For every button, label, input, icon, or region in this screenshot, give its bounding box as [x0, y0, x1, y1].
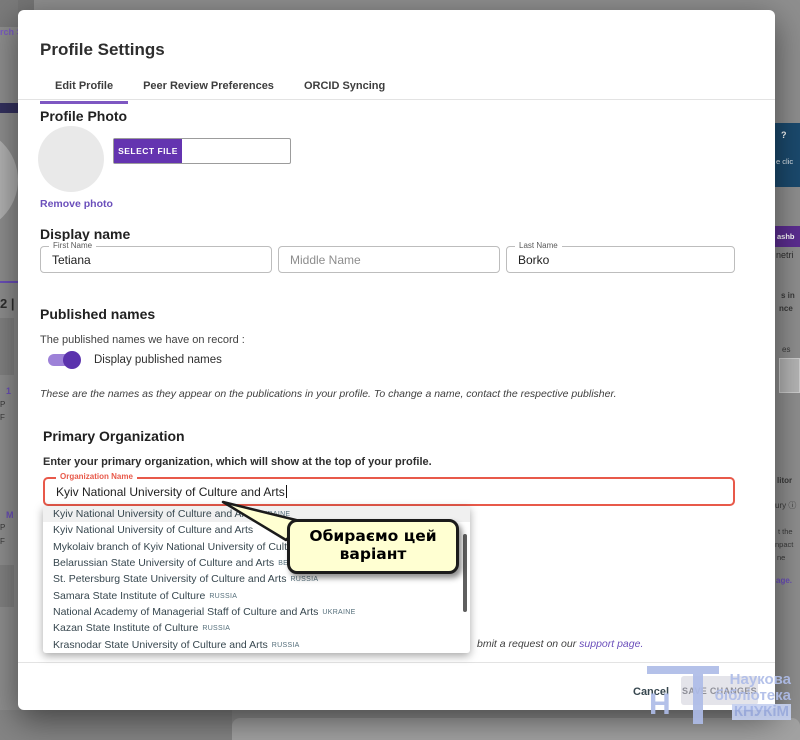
middle-name-field-group [278, 246, 500, 273]
dropdown-scrollbar[interactable] [463, 534, 467, 612]
first-name-input[interactable] [40, 246, 272, 273]
background-link-fragment: age. [776, 576, 792, 585]
background-text-fragment: M [6, 510, 14, 520]
option-name: National Academy of Managerial Staff of … [53, 606, 318, 618]
background-block [0, 318, 14, 375]
display-name-fields: First Name Last Name [40, 246, 735, 273]
remove-photo-link[interactable]: Remove photo [40, 198, 113, 210]
background-text-fragment: nce [779, 304, 793, 313]
background-block [0, 0, 18, 27]
watermark-line: КНУКіМ [732, 704, 791, 720]
last-name-input[interactable] [506, 246, 735, 273]
first-name-field-group: First Name [40, 246, 272, 273]
avatar [38, 126, 104, 192]
support-page-link[interactable]: support page. [579, 638, 643, 650]
option-name: Kazan State Institute of Culture [53, 622, 198, 634]
published-names-record-text: The published names we have on record : [40, 334, 245, 346]
toggle-label: Display published names [94, 354, 222, 366]
footer-divider [18, 662, 775, 663]
profile-settings-modal: Profile Settings Edit Profile Peer Revie… [18, 10, 775, 710]
primary-organization-description: Enter your primary organization, which w… [43, 456, 432, 468]
display-published-names-toggle[interactable] [48, 354, 78, 366]
background-block [0, 710, 232, 740]
background-text-fragment: P [0, 523, 5, 532]
toggle-knob[interactable] [63, 351, 81, 369]
watermark-text: Наукова бібліотека КНУКіМ [715, 672, 791, 720]
watermark-logo-bar [647, 666, 719, 674]
tab-bar-divider [18, 99, 775, 100]
background-text-fragment: litor [777, 476, 792, 485]
background-band [0, 103, 18, 113]
file-upload-control[interactable]: SELECT FILE [113, 138, 291, 164]
watermark-line: Наукова [715, 672, 791, 688]
background-text-fragment: F [0, 537, 5, 546]
background-text-fragment: ashb [777, 232, 795, 241]
option-name: Samara State Institute of Culture [53, 590, 205, 602]
screen: rch > 2 | 1 P F M P F ? e clic ashb netr… [0, 0, 800, 740]
option-country-label: UKRAINE [322, 609, 355, 616]
display-name-heading: Display name [40, 226, 130, 242]
background-text-fragment: P [0, 400, 5, 409]
background-text-fragment: ? [781, 130, 787, 140]
background-text-fragment: es [782, 345, 790, 354]
background-text-fragment: ne [777, 553, 785, 562]
watermark-line: бібліотека [715, 688, 791, 704]
last-name-field-group: Last Name [506, 246, 735, 273]
organization-name-label: Organization Name [56, 472, 137, 481]
background-block [232, 718, 800, 740]
background-text-fragment: e clic [776, 157, 793, 166]
organization-option[interactable]: Kazan State Institute of Culture RUSSIA [43, 620, 470, 636]
callout-annotation: Обираємо цей варіант [287, 519, 459, 574]
last-name-label: Last Name [515, 241, 562, 250]
published-names-heading: Published names [40, 306, 155, 322]
background-text-fragment: ury ⓘ [775, 500, 796, 511]
option-country-label: RUSSIA [209, 593, 237, 600]
option-country-label: RUSSIA [202, 625, 230, 632]
select-file-button[interactable]: SELECT FILE [114, 139, 182, 163]
primary-organization-heading: Primary Organization [43, 428, 185, 444]
background-text-fragment: npact [775, 540, 793, 549]
background-text-fragment: 1 [6, 386, 11, 396]
option-name: St. Petersburg State University of Cultu… [53, 573, 286, 585]
background-block [0, 565, 14, 607]
profile-photo-heading: Profile Photo [40, 108, 127, 124]
organization-option[interactable]: National Academy of Managerial Staff of … [43, 604, 470, 620]
organization-option[interactable]: St. Petersburg State University of Cultu… [43, 571, 470, 587]
modal-title: Profile Settings [40, 40, 165, 60]
organization-option[interactable]: Samara State Institute of Culture RUSSIA [43, 588, 470, 604]
first-name-label: First Name [49, 241, 96, 250]
organization-name-value: Kyiv National University of Culture and … [56, 485, 287, 499]
published-names-note: These are the names as they appear on th… [40, 388, 705, 400]
option-country-label: RUSSIA [272, 642, 300, 649]
watermark-logo-letter: Н [649, 690, 671, 720]
background-text-fragment: netri [776, 250, 794, 260]
background-text-fragment: F [0, 413, 5, 422]
background-avatar-fragment [0, 128, 18, 232]
middle-name-input[interactable] [278, 246, 500, 273]
option-name: Krasnodar State University of Culture an… [53, 639, 268, 651]
background-block [779, 358, 800, 393]
option-name: Belarussian State University of Culture … [53, 557, 274, 569]
background-text-fragment: 2 | [0, 296, 14, 311]
background-help-panel [775, 123, 800, 187]
background-text-fragment: t the [778, 527, 793, 536]
text-cursor [286, 485, 287, 498]
support-text-fragment: bmit a request on our support page. [477, 638, 643, 650]
organization-option[interactable]: Krasnodar State University of Culture an… [43, 637, 470, 653]
option-country-label: RUSSIA [290, 576, 318, 583]
watermark-logo-bar [693, 666, 703, 724]
organization-name-field[interactable]: Organization Name Kyiv National Universi… [43, 477, 735, 506]
background-text-fragment: s in [781, 291, 795, 300]
background-divider [0, 281, 18, 283]
display-published-names-row: Display published names [48, 354, 222, 366]
